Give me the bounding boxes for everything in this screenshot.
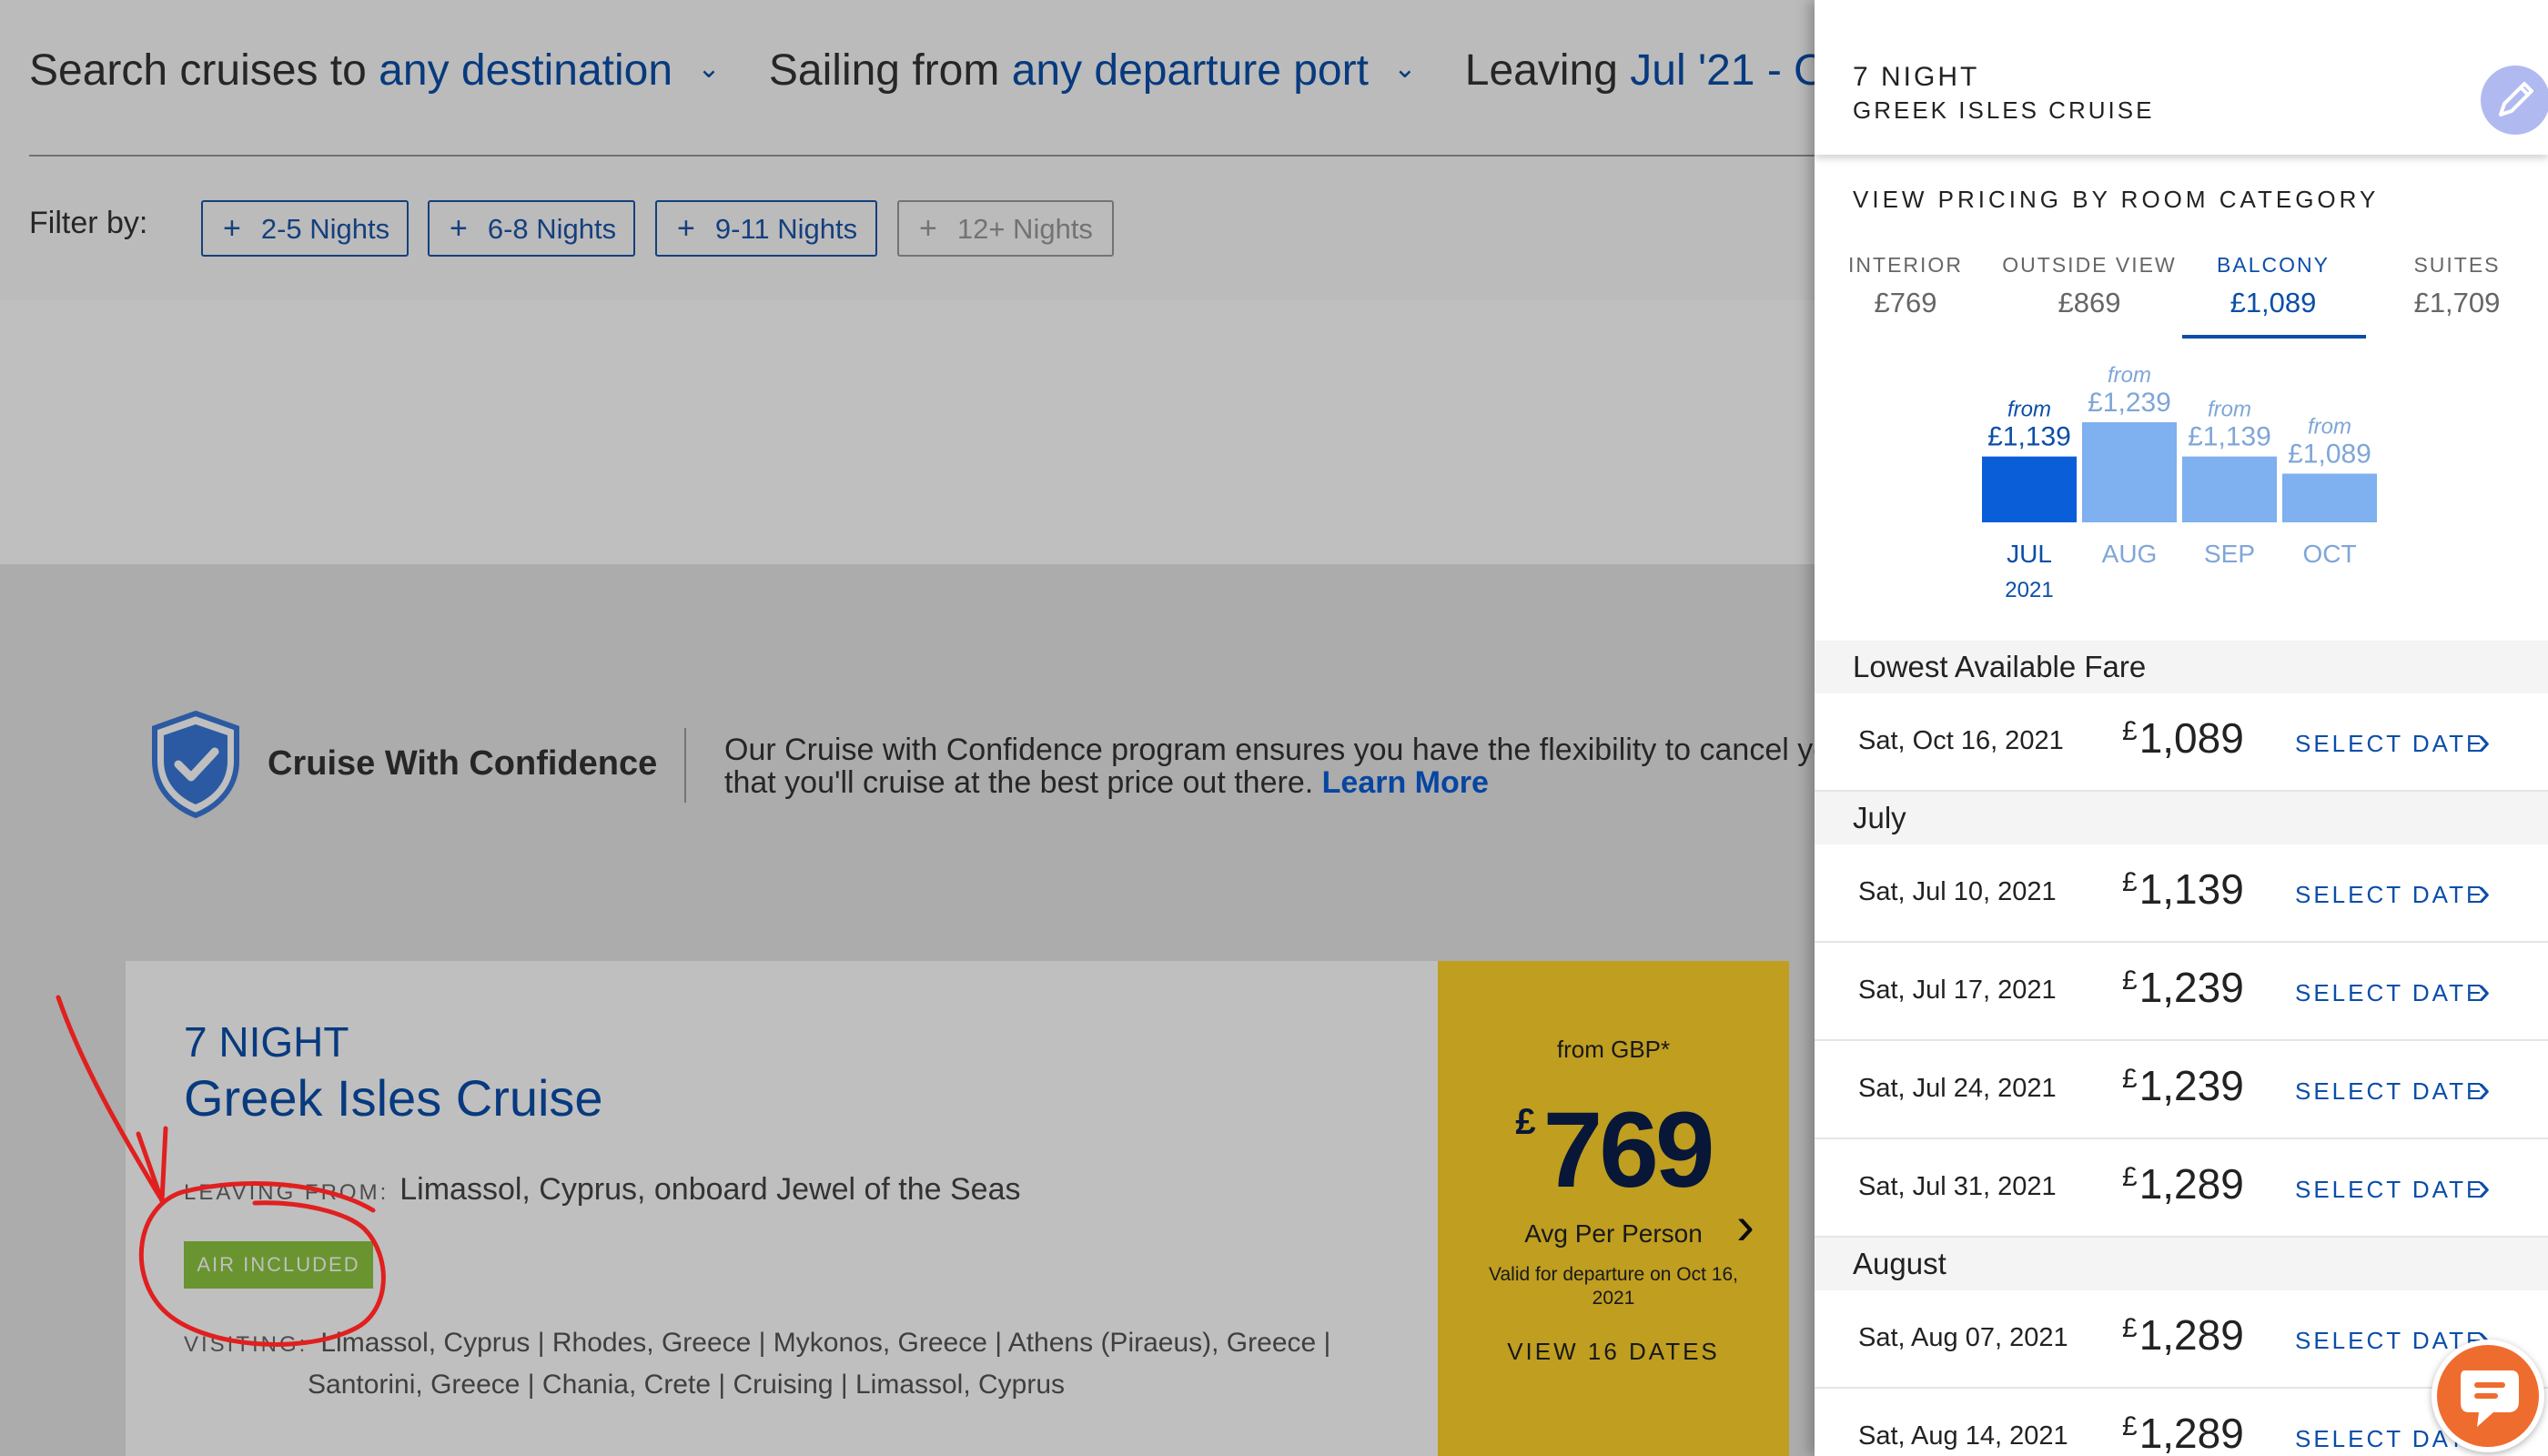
plus-icon: + [919, 211, 937, 246]
view-pricing-heading: VIEW PRICING BY ROOM CATEGORY [1853, 186, 2380, 213]
lowest-fare-heading: Lowest Available Fare [1815, 641, 2548, 693]
chat-bubble-icon [2461, 1370, 2519, 1427]
divider [684, 728, 686, 803]
fare-row[interactable]: Sat, Jul 24, 2021 £1,239 SELECT DATE › [1815, 1041, 2548, 1139]
chart-bar-aug[interactable] [2082, 422, 2177, 522]
card-nights: 7 NIGHT [184, 1018, 349, 1066]
destination-value: any destination [379, 46, 673, 95]
select-date-button[interactable]: SELECT DATE [2295, 979, 2484, 1007]
port-selector[interactable]: Sailing from any departure port ⌄ [769, 46, 1417, 96]
fare-row[interactable]: Sat, Jul 17, 2021 £1,239 SELECT DATE › [1815, 943, 2548, 1041]
view-dates-link[interactable]: VIEW 16 DATES [1438, 1338, 1789, 1366]
filter-label: Filter by: [29, 206, 148, 240]
month-heading-august: August [1815, 1238, 2548, 1290]
pencil-icon [2499, 82, 2533, 116]
chart-bar-from-label: from [2308, 414, 2351, 439]
fare-row[interactable]: Sat, Oct 16, 2021 £1,089 SELECT DATE › [1815, 693, 2548, 792]
chart-bar-value-label: £1,089 [2288, 439, 2371, 469]
filter-2-5-nights-button[interactable]: +2-5 Nights [201, 200, 409, 257]
price-from-label: from GBP* [1556, 1036, 1671, 1063]
chart-bar-from-label: from [2208, 398, 2251, 422]
chart-bar-jul[interactable] [1982, 456, 2077, 522]
chart-bar-value-label: £1,139 [2188, 422, 2271, 452]
cruise-with-confidence-banner: Cruise With Confidence Our Cruise with C… [146, 710, 1875, 828]
leaving-from: LEAVING FROM: Limassol, Cyprus, onboard J… [184, 1172, 1021, 1207]
visiting-ports: VISITING: Limassol, Cyprus | Rhodes, Gree… [184, 1328, 1331, 1400]
shield-check-icon [152, 710, 239, 819]
cruise-card[interactable]: 7 NIGHT Greek Isles Cruise LEAVING FROM:… [126, 961, 1789, 1456]
chevron-right-icon[interactable]: › [2477, 870, 2491, 915]
price-valid-text: Valid for departure on Oct 16, 2021 [1489, 1264, 1738, 1309]
tab-balcony[interactable]: BALCONY £1,089 [2182, 253, 2364, 319]
chart-bar-value-label: £1,239 [2088, 388, 2171, 418]
chat-button[interactable] [2432, 1340, 2544, 1452]
active-tab-indicator [2182, 335, 2366, 339]
confidence-description: Our Cruise with Confidence program ensur… [724, 733, 1831, 799]
port-value: any departure port [1011, 46, 1369, 95]
chart-bar-oct[interactable] [2282, 473, 2377, 522]
card-title[interactable]: Greek Isles Cruise [184, 1068, 603, 1127]
search-bar: Search cruises to any destination ⌄ Sail… [29, 46, 1918, 109]
fare-row[interactable]: Sat, Jul 31, 2021 £1,289 SELECT DATE › [1815, 1139, 2548, 1238]
chart-bar-value-label: £1,139 [1987, 422, 2071, 452]
chart-bar-from-label: from [2108, 363, 2151, 388]
destination-selector[interactable]: Search cruises to any destination ⌄ [29, 46, 721, 96]
tab-suites[interactable]: SUITES £1,709 [2366, 253, 2548, 319]
chart-category-label[interactable]: SEP [2204, 540, 2255, 568]
tab-interior[interactable]: INTERIOR £769 [1815, 253, 1997, 319]
learn-more-link[interactable]: Learn More [1322, 765, 1489, 799]
edit-button[interactable] [2481, 66, 2548, 135]
panel-header: 7 NIGHT GREEK ISLES CRUISE [1815, 0, 2548, 155]
chart-category-label[interactable]: OCT [2302, 540, 2356, 568]
monthly-price-chart: from£1,139JUL2021from£1,239AUGfrom£1,139… [1982, 363, 2377, 602]
fare-row[interactable]: Sat, Jul 10, 2021 £1,139 SELECT DATE › [1815, 844, 2548, 943]
panel-title: GREEK ISLES CRUISE [1853, 96, 2155, 124]
confidence-title: Cruise With Confidence [268, 744, 658, 783]
chart-category-label[interactable]: AUG [2102, 540, 2158, 568]
divider [29, 155, 1820, 157]
chevron-right-icon[interactable]: › [2477, 1067, 2491, 1112]
chevron-down-icon: ⌄ [697, 54, 721, 84]
chart-bar-from-label: from [2007, 398, 2051, 422]
select-date-button[interactable]: SELECT DATE [2295, 1077, 2484, 1106]
chevron-right-icon[interactable]: › [2477, 968, 2491, 1014]
select-date-button[interactable]: SELECT DATE [2295, 1176, 2484, 1204]
air-included-badge: AIR INCLUDED [184, 1241, 373, 1289]
plus-icon: + [223, 211, 241, 246]
chevron-right-icon[interactable]: › [2477, 719, 2491, 764]
month-heading-july: July [1815, 792, 2548, 844]
chart-bar-sep[interactable] [2182, 456, 2277, 522]
plus-icon: + [450, 211, 468, 246]
chevron-down-icon: ⌄ [1393, 54, 1417, 84]
filter-9-11-nights-button[interactable]: +9-11 Nights [655, 200, 877, 257]
panel-nights: 7 NIGHT [1853, 62, 1980, 92]
select-date-button[interactable]: SELECT DATE [2295, 730, 2484, 758]
chart-category-label[interactable]: JUL [2007, 540, 2052, 568]
pricing-side-panel: 7 NIGHT GREEK ISLES CRUISE VIEW PRICING … [1815, 0, 2548, 1456]
plus-icon: + [677, 211, 695, 246]
chart-year-label: 2021 [2005, 578, 2053, 602]
filter-12-plus-nights-button: +12+ Nights [897, 200, 1114, 257]
tab-outside-view[interactable]: OUTSIDE VIEW £869 [1998, 253, 2180, 319]
chevron-right-icon[interactable]: › [1736, 1194, 1754, 1257]
select-date-button[interactable]: SELECT DATE [2295, 881, 2484, 909]
chevron-right-icon[interactable]: › [2477, 1165, 2491, 1210]
filter-6-8-nights-button[interactable]: +6-8 Nights [428, 200, 635, 257]
